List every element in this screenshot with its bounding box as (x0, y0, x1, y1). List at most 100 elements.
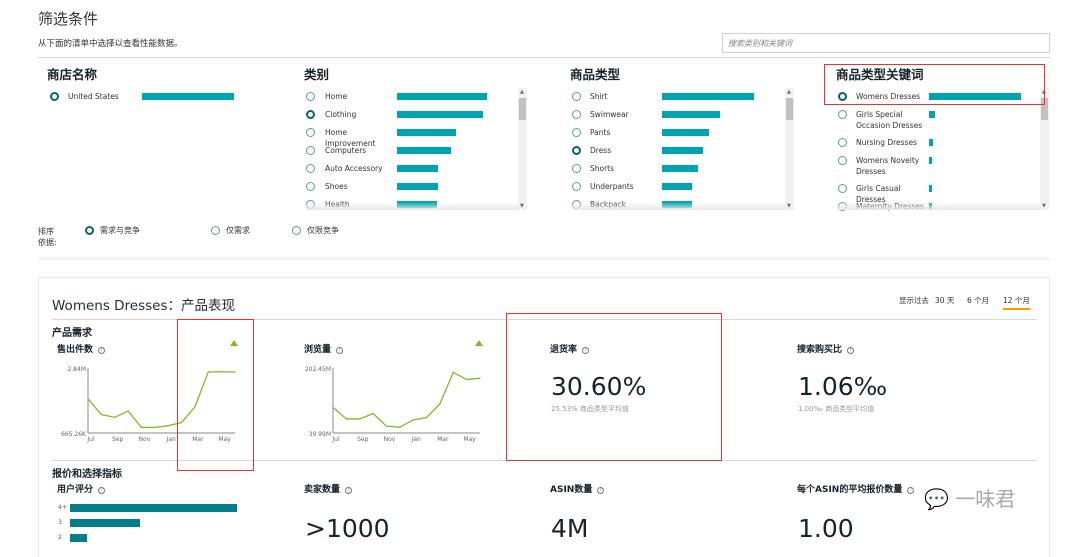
list-fade (306, 202, 518, 210)
radio-button[interactable] (838, 184, 847, 193)
sort-option-label: 仅需求 (226, 226, 250, 235)
filter-option[interactable]: Auto Accessory (306, 163, 489, 181)
radio-button[interactable] (306, 146, 315, 155)
y-tick-min: 39.99M (309, 431, 331, 438)
radio-button[interactable] (85, 226, 94, 235)
radio-button[interactable] (292, 226, 301, 235)
data-point (345, 418, 347, 420)
scroll-up-icon[interactable]: ▲ (520, 89, 524, 95)
x-tick-label: Sep (112, 436, 124, 443)
radio-button[interactable] (838, 138, 847, 147)
x-tick-label: May (463, 436, 476, 443)
search-purchase-value: 1.06‰ (798, 372, 888, 401)
filter-option[interactable]: Swimwear (572, 109, 754, 127)
data-point (385, 425, 388, 427)
filter-option[interactable]: Computers (306, 145, 489, 163)
avg-offers-value: 1.00 (798, 514, 854, 543)
filter-option[interactable]: Shorts (572, 163, 754, 181)
filter-option[interactable]: Home Improvement (306, 127, 489, 148)
option-label: Clothing (325, 110, 357, 119)
data-point (167, 425, 169, 427)
option-label: United States (68, 92, 119, 101)
scroll-down-icon[interactable]: ▼ (787, 203, 791, 209)
ratings-label: 用户评分? (57, 482, 106, 495)
filter-title: 筛选条件 (38, 10, 99, 28)
y-tick-min: 665.26K (61, 431, 87, 438)
data-point (114, 416, 116, 418)
filter-option[interactable]: United States (50, 91, 234, 109)
option-label: Shirt (590, 92, 608, 101)
share-bar (662, 165, 698, 172)
filter-option[interactable]: Nursing Dresses (838, 137, 1021, 155)
help-icon[interactable]: ? (345, 487, 353, 494)
filter-option[interactable]: Dress (572, 145, 754, 163)
scroll-up-icon[interactable]: ▲ (787, 89, 791, 95)
filter-option[interactable]: Underpants (572, 181, 754, 199)
scroll-thumb[interactable] (519, 98, 526, 120)
share-bar (929, 111, 935, 118)
share-bar (662, 129, 709, 136)
radio-button[interactable] (572, 146, 581, 155)
scrollbar[interactable]: ▲ ▼ (1040, 88, 1049, 210)
time-option-12m[interactable]: 12 个月 (1003, 295, 1030, 310)
filter-option[interactable]: Pants (572, 127, 754, 145)
sort-option[interactable]: 仅需求 (211, 225, 301, 243)
x-tick-label: Jan (411, 436, 421, 443)
filter-option[interactable]: Clothing (306, 109, 489, 127)
filter-option[interactable]: Home (306, 91, 489, 109)
share-bar (662, 111, 720, 118)
highlight-box (177, 319, 254, 471)
time-range-label: 显示过去 (899, 296, 929, 305)
share-bar (929, 139, 934, 146)
filter-subtitle: 从下面的清单中选择以查看性能数据。 (38, 39, 183, 49)
radio-button[interactable] (838, 156, 847, 165)
scrollbar[interactable]: ▲ ▼ (785, 88, 794, 210)
option-label: Swimwear (590, 110, 629, 119)
search-input[interactable]: 搜索类别和关键词 (722, 33, 1050, 53)
radio-button[interactable] (306, 128, 315, 137)
filter-option[interactable]: Shoes (306, 181, 489, 199)
scroll-down-icon[interactable]: ▼ (520, 203, 524, 209)
y-tick-max: 2.84M (67, 366, 86, 373)
help-icon[interactable]: ? (597, 487, 605, 494)
radio-button[interactable] (572, 110, 581, 119)
x-tick-label: Jul (86, 436, 95, 443)
radio-button[interactable] (306, 92, 315, 101)
help-icon[interactable]: ? (907, 487, 915, 494)
x-tick-label: Nov (384, 436, 396, 443)
scroll-down-icon[interactable]: ▼ (1042, 203, 1046, 209)
sort-option[interactable]: 需求与竞争 (85, 225, 175, 243)
radio-button[interactable] (211, 226, 220, 235)
sellers-title: 卖家数量 (304, 485, 341, 495)
radio-button[interactable] (306, 182, 315, 191)
radio-button[interactable] (838, 110, 847, 119)
radio-button[interactable] (572, 182, 581, 191)
scrollbar[interactable]: ▲ ▼ (518, 88, 527, 210)
data-point (425, 416, 428, 419)
radio-button[interactable] (572, 164, 581, 173)
share-bar (662, 93, 754, 100)
option-label: Shoes (325, 182, 348, 191)
radio-button[interactable] (306, 110, 315, 119)
time-option-6m[interactable]: 6 个月 (967, 295, 989, 306)
help-icon[interactable]: ? (847, 347, 855, 354)
option-label: Womens Novelty Dresses (856, 156, 920, 176)
pricing-section-title: 报价和选择指标 (52, 469, 122, 480)
option-label: Underpants (590, 182, 634, 191)
filter-option[interactable]: Girls Special Occasion Dresses (838, 109, 1021, 130)
radio-button[interactable] (306, 164, 315, 173)
filter-option[interactable]: Womens Novelty Dresses (838, 155, 1021, 176)
sort-option[interactable]: 仅限竞争 (292, 225, 382, 243)
radio-button[interactable] (50, 92, 59, 101)
radio-button[interactable] (572, 92, 581, 101)
radio-button[interactable] (572, 128, 581, 137)
y-tick-max: 202.45M (305, 366, 331, 373)
time-option-30d[interactable]: 30 天 (935, 295, 954, 306)
filter-option[interactable]: Girls Casual Dresses (838, 183, 1021, 204)
scroll-thumb[interactable] (786, 98, 793, 120)
help-icon[interactable]: ? (98, 487, 106, 494)
asin-count-label: ASIN数量? (550, 482, 605, 495)
share-bar (397, 111, 484, 118)
filter-option[interactable]: Shirt (572, 91, 754, 109)
series-line (332, 371, 481, 428)
